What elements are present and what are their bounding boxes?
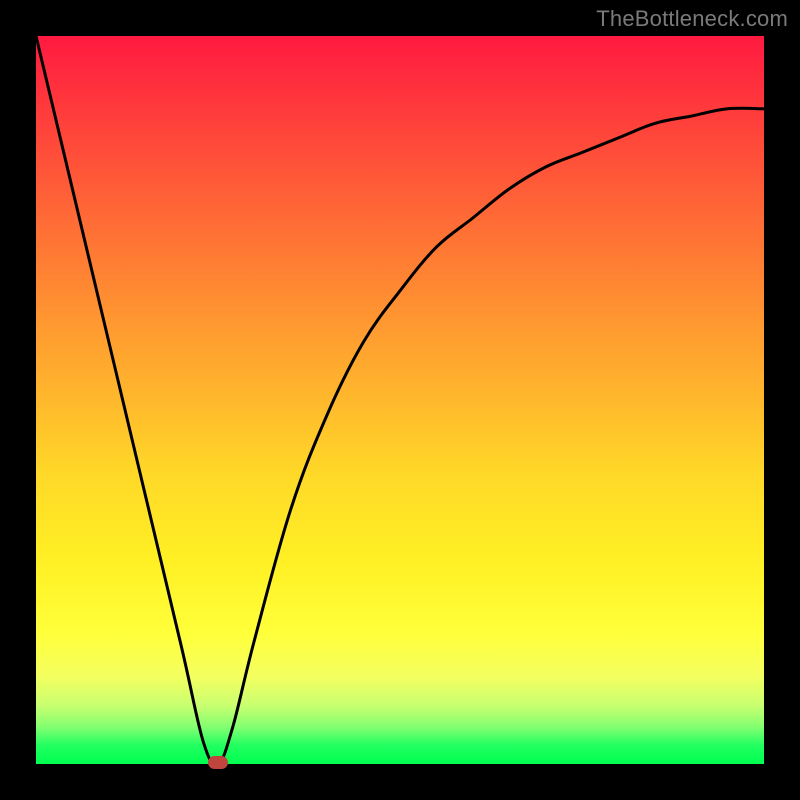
watermark-label: TheBottleneck.com — [596, 6, 788, 32]
optimal-point-marker — [208, 756, 228, 769]
bottleneck-curve — [36, 36, 764, 764]
plot-area — [36, 36, 764, 764]
chart-frame: TheBottleneck.com — [0, 0, 800, 800]
curve-path — [36, 36, 764, 765]
